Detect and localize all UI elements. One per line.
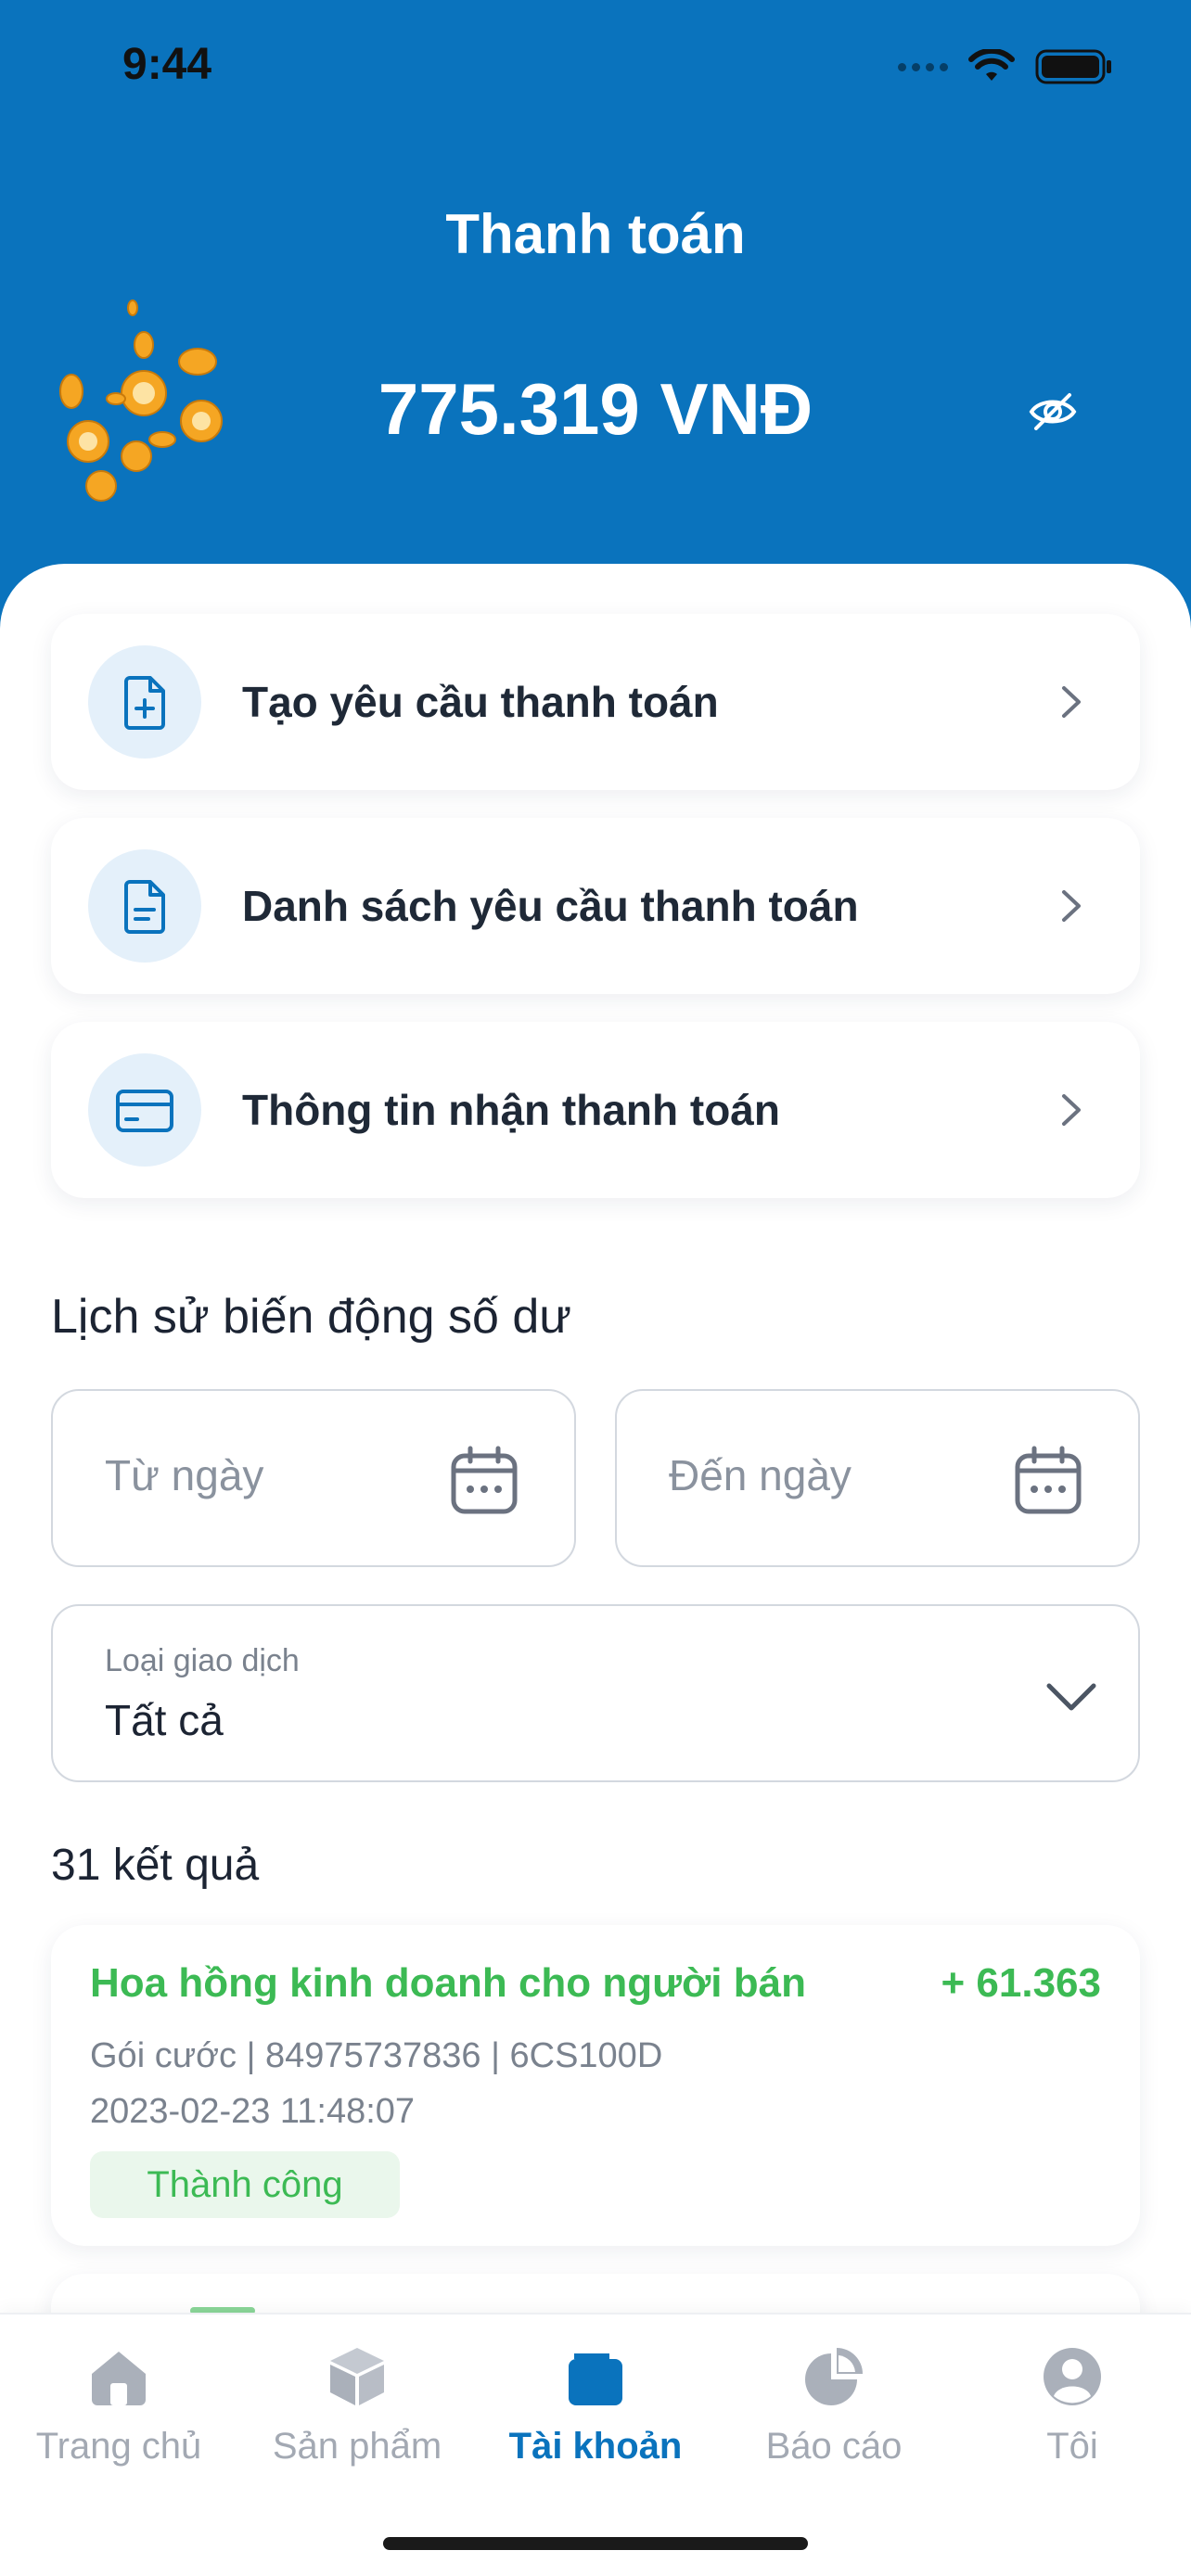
- calendar-icon: [451, 1446, 518, 1514]
- status-badge: Thành công: [90, 2151, 400, 2218]
- tab-label: Sản phẩm: [272, 2426, 442, 2467]
- history-title: Lịch sử biến động số dư: [51, 1290, 572, 1344]
- home-indicator: [383, 2537, 808, 2550]
- result-count: 31 kết quả: [51, 1841, 260, 1890]
- header: 9:44 Thanh toán 775.319 VNĐ: [0, 0, 1191, 649]
- transaction-time: 2023-02-23 11:48:07: [90, 2092, 416, 2131]
- tab-label: Tài khoản: [508, 2426, 683, 2467]
- create-payment-request-button[interactable]: Tạo yêu cầu thanh toán: [51, 614, 1140, 790]
- calendar-icon: [1015, 1446, 1082, 1514]
- transaction-type-label: Loại giao dịch: [105, 1643, 300, 1678]
- home-icon: [92, 2352, 146, 2405]
- wifi-icon: [968, 49, 1015, 81]
- transaction-type-value: Tất cả: [105, 1696, 224, 1744]
- page-title: Thanh toán: [445, 203, 746, 265]
- menu-label: Danh sách yêu cầu thanh toán: [242, 882, 859, 930]
- from-date-field[interactable]: Từ ngày: [51, 1389, 576, 1567]
- chevron-down-icon: [1046, 1683, 1096, 1711]
- tab-label: Trang chủ: [35, 2426, 202, 2467]
- transaction-type-select[interactable]: Loại giao dịch Tất cả: [51, 1604, 1140, 1782]
- tab-reports[interactable]: Báo cáo: [715, 2337, 953, 2485]
- balance-amount: 775.319 VNĐ: [378, 368, 813, 450]
- battery-icon: [1035, 49, 1111, 84]
- menu-label: Tạo yêu cầu thanh toán: [242, 678, 719, 726]
- tab-products[interactable]: Sản phẩm: [238, 2337, 476, 2485]
- credit-card-icon: [116, 1090, 173, 1132]
- chevron-right-icon: [1062, 890, 1081, 922]
- transaction-title: Hoa hồng kinh doanh cho người bán: [90, 1960, 806, 2006]
- status-icons: [898, 48, 1113, 85]
- file-plus-icon: [124, 676, 165, 730]
- tab-label: Tôi: [1046, 2426, 1098, 2467]
- transaction-card[interactable]: Hoa hồng kinh doanh cho người bán + 61.3…: [51, 1925, 1140, 2246]
- tab-label: Báo cáo: [765, 2426, 903, 2467]
- menu-icon-circle: [88, 645, 201, 759]
- document-icon: [124, 880, 165, 934]
- to-date-placeholder: Đến ngày: [669, 1451, 852, 1499]
- chevron-right-icon: [1062, 686, 1081, 718]
- transaction-amount: + 61.363: [941, 1960, 1102, 2006]
- from-date-placeholder: Từ ngày: [105, 1451, 264, 1499]
- eye-off-icon: [1029, 393, 1077, 430]
- payment-request-list-button[interactable]: Danh sách yêu cầu thanh toán: [51, 818, 1140, 994]
- menu-icon-circle: [88, 1053, 201, 1167]
- signal-icon: [898, 62, 948, 71]
- payment-receive-info-button[interactable]: Thông tin nhận thanh toán: [51, 1022, 1140, 1198]
- pie-chart-icon: [805, 2348, 863, 2405]
- menu-icon-circle: [88, 849, 201, 963]
- chevron-right-icon: [1062, 1094, 1081, 1126]
- status-time: 9:44: [122, 40, 212, 89]
- tab-me[interactable]: Tôi: [954, 2337, 1191, 2485]
- to-date-field[interactable]: Đến ngày: [615, 1389, 1140, 1567]
- user-icon: [1044, 2348, 1101, 2405]
- wallet-icon: [569, 2353, 622, 2405]
- tab-home[interactable]: Trang chủ: [0, 2337, 237, 2485]
- transaction-description: Gói cước | 84975737836 | 6CS100D: [90, 2036, 663, 2075]
- tab-account[interactable]: Tài khoản: [477, 2337, 714, 2485]
- box-icon: [330, 2348, 384, 2405]
- menu-label: Thông tin nhận thanh toán: [242, 1086, 780, 1134]
- toggle-balance-button[interactable]: [1025, 384, 1081, 440]
